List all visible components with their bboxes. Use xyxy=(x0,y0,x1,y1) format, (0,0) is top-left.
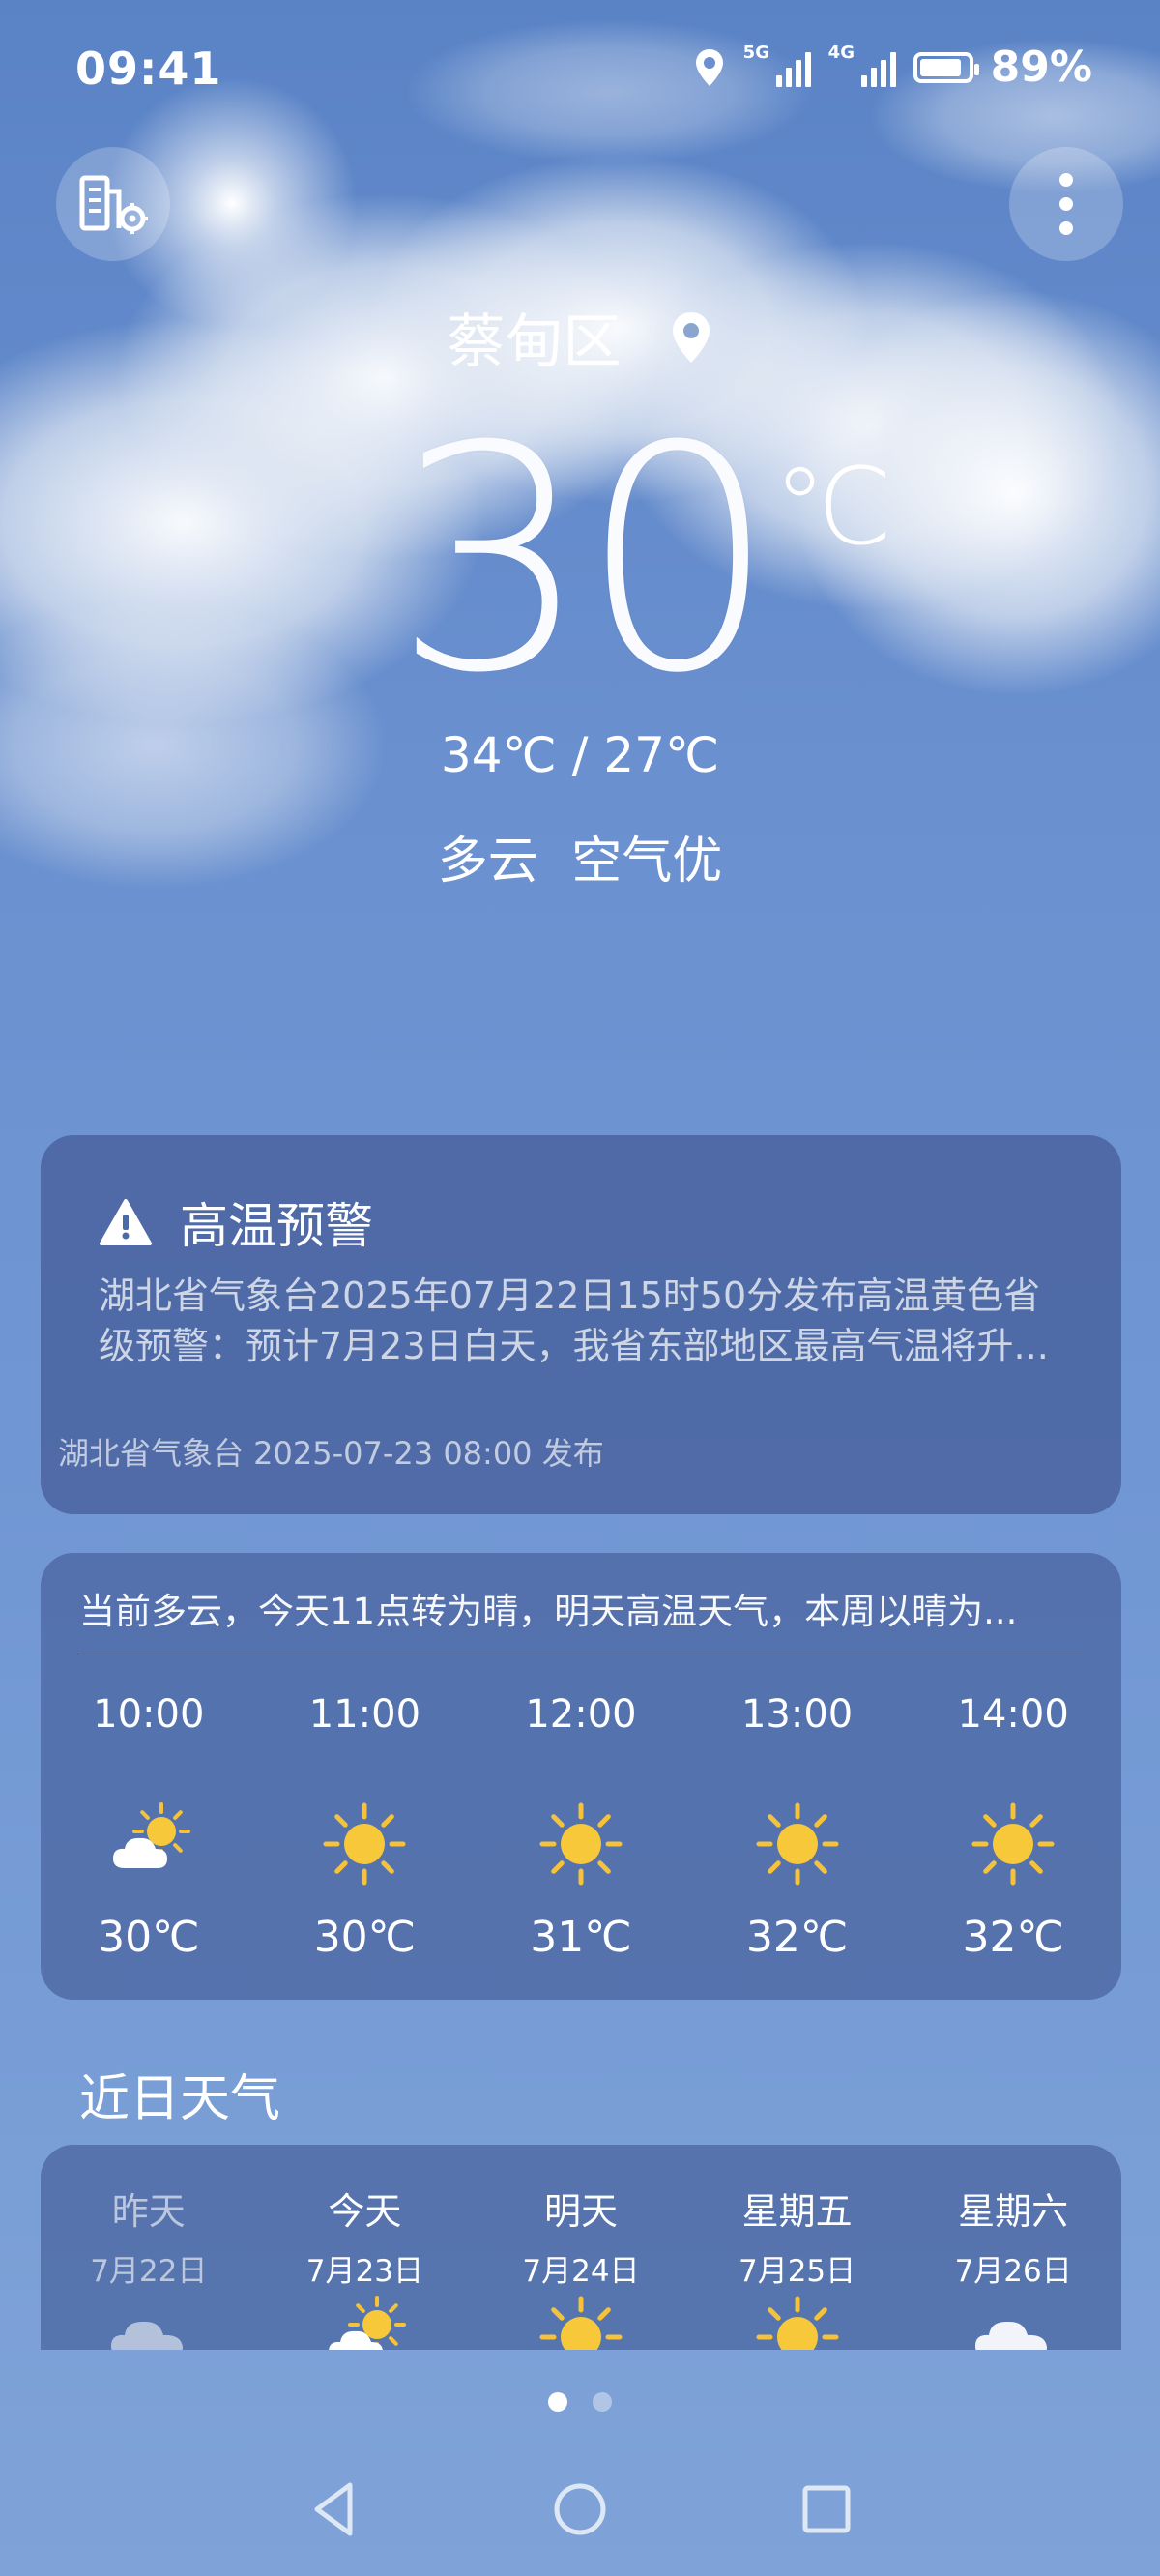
temperature-range: 34℃ / 27℃ xyxy=(440,727,720,783)
sunny-icon xyxy=(756,2296,839,2350)
condition-line: 多云 空气优 xyxy=(0,820,1160,893)
hour-icon xyxy=(321,1800,408,1888)
hour-time: 10:00 xyxy=(93,1692,205,1737)
hourly-list[interactable]: 10:00 30℃ 11:00 30℃ 12:00 31℃ 13:00 32℃ 14:0… xyxy=(41,1677,1121,1986)
hour-icon xyxy=(754,1800,841,1888)
day-date: 7月24日 xyxy=(522,2254,640,2289)
day-name: 星期五 xyxy=(741,2190,853,2233)
air-quality[interactable]: 空气优 xyxy=(571,833,722,891)
recent-weather-title: 近日天气 xyxy=(79,2070,281,2128)
hour-temp: 30℃ xyxy=(313,1913,417,1962)
sunny-icon xyxy=(539,1802,623,1886)
location-status-icon xyxy=(695,48,723,86)
day-icon xyxy=(537,2294,624,2350)
city-manage-button[interactable] xyxy=(56,147,170,261)
cloudy-icon xyxy=(975,2321,1048,2350)
current-temperature: 30 xyxy=(392,381,776,741)
alert-footer: 湖北省气象台 2025-07-23 08:00 发布 xyxy=(58,1435,604,1472)
current-temperature-block: 30 ℃ xyxy=(0,406,1160,716)
hourly-forecast-card[interactable]: 当前多云，今天11点转为晴，明天高温天气，本周以晴为... 10:00 30℃ 1… xyxy=(41,1553,1121,2000)
daily-forecast-card[interactable]: 昨天 7月22日 今天 7月23日 明天 7月24日 星期五 7月25日 星期六… xyxy=(41,2145,1121,2350)
signal-5g-icon: 5G xyxy=(743,43,811,87)
alert-header: 高温预警 xyxy=(99,1187,373,1257)
day-item[interactable]: 昨天 7月22日 xyxy=(41,2145,257,2350)
battery-icon xyxy=(913,51,979,83)
signal-4g-icon: 4G xyxy=(828,43,896,87)
day-item[interactable]: 明天 7月24日 xyxy=(473,2145,689,2350)
partly-cloudy-icon xyxy=(329,2296,407,2350)
sunny-icon xyxy=(972,1802,1055,1886)
location-pin-icon xyxy=(672,311,710,363)
day-item[interactable]: 星期六 7月26日 xyxy=(905,2145,1121,2350)
hour-temp: 30℃ xyxy=(98,1913,200,1962)
warning-triangle-icon xyxy=(100,1199,152,1245)
more-vertical-icon xyxy=(1059,173,1073,235)
back-triangle-icon[interactable] xyxy=(300,2475,367,2543)
sunny-icon xyxy=(539,2296,623,2350)
day-date: 7月26日 xyxy=(954,2254,1072,2289)
alert-title: 高温预警 xyxy=(180,1198,373,1254)
day-name: 明天 xyxy=(543,2190,618,2233)
city-manage-icon xyxy=(79,175,148,234)
hour-icon xyxy=(537,1800,624,1888)
hour-time: 12:00 xyxy=(525,1692,637,1737)
hour-icon xyxy=(970,1800,1057,1888)
day-item[interactable]: 今天 7月23日 xyxy=(257,2145,474,2350)
day-name: 星期六 xyxy=(958,2190,1069,2233)
sunny-icon xyxy=(323,1802,406,1886)
location-name: 蔡甸区 xyxy=(447,308,622,376)
sunny-icon xyxy=(756,1802,839,1886)
daily-list[interactable]: 昨天 7月22日 今天 7月23日 明天 7月24日 星期五 7月25日 星期六… xyxy=(41,2145,1121,2350)
hour-item[interactable]: 11:00 30℃ xyxy=(257,1677,474,1986)
hour-icon xyxy=(105,1800,192,1888)
day-name: 昨天 xyxy=(111,2190,186,2233)
page-dot xyxy=(593,2392,612,2412)
page-indicator xyxy=(0,2392,1160,2412)
alert-body: 湖北省气象台2025年07月22日15时50分发布高温黄色省 级预警：预计7月2… xyxy=(99,1274,1049,1367)
day-icon xyxy=(970,2294,1057,2350)
hour-time: 11:00 xyxy=(308,1692,421,1737)
day-icon xyxy=(754,2294,841,2350)
temperature-unit: ℃ xyxy=(773,445,893,569)
weather-condition: 多云 xyxy=(437,833,538,891)
hour-temp: 32℃ xyxy=(745,1913,849,1962)
forecast-summary: 当前多云，今天11点转为晴，明天高温天气，本周以晴为... xyxy=(79,1591,1018,1632)
hour-item[interactable]: 12:00 31℃ xyxy=(473,1677,689,1986)
day-date: 7月23日 xyxy=(305,2254,423,2289)
page-dot xyxy=(548,2392,567,2412)
day-icon xyxy=(321,2294,408,2350)
status-bar: 09:41 5G 4G 89% xyxy=(0,0,1160,135)
day-item[interactable]: 星期五 7月25日 xyxy=(689,2145,906,2350)
navigation-bar xyxy=(0,2475,1160,2553)
day-date: 7月22日 xyxy=(90,2254,208,2289)
hour-item[interactable]: 14:00 32℃ xyxy=(905,1677,1121,1986)
day-name: 今天 xyxy=(328,2190,402,2233)
location-title[interactable]: 蔡甸区 xyxy=(0,295,1160,379)
status-time: 09:41 xyxy=(75,43,222,95)
hour-temp: 31℃ xyxy=(530,1913,632,1962)
hour-time: 13:00 xyxy=(740,1692,854,1737)
more-button[interactable] xyxy=(1009,147,1123,261)
recents-square-icon[interactable] xyxy=(793,2475,860,2543)
hour-temp: 32℃ xyxy=(962,1913,1064,1962)
hour-item[interactable]: 10:00 30℃ xyxy=(41,1677,257,1986)
hour-item[interactable]: 13:00 32℃ xyxy=(689,1677,906,1986)
cloudy-icon xyxy=(110,2321,183,2350)
hour-time: 14:00 xyxy=(957,1692,1069,1737)
battery-percent: 89% xyxy=(990,43,1092,92)
day-icon xyxy=(105,2294,192,2350)
partly-cloudy-icon xyxy=(112,1802,190,1868)
day-date: 7月25日 xyxy=(738,2254,856,2289)
home-circle-icon[interactable] xyxy=(546,2475,614,2543)
status-icons: 5G 4G 89% xyxy=(693,43,1092,92)
